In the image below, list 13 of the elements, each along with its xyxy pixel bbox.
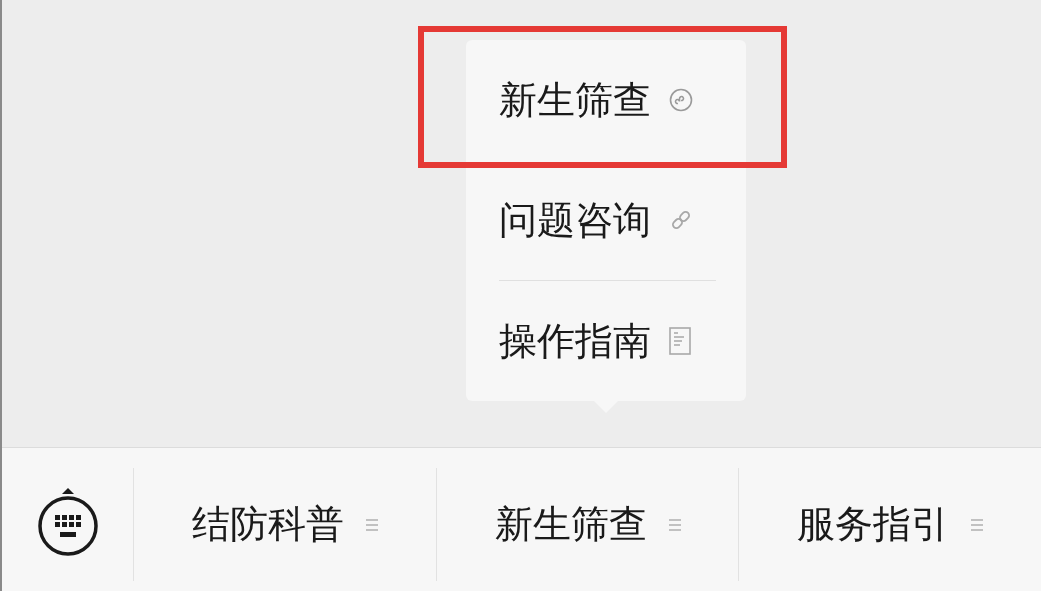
- mini-program-icon: [669, 88, 693, 112]
- menu-bar-item[interactable]: 结防科普: [183, 493, 386, 556]
- menu-icon: [365, 518, 378, 531]
- menu-bar-item[interactable]: 新生筛查: [486, 493, 689, 556]
- submenu-item[interactable]: 问题咨询: [466, 160, 746, 280]
- keyboard-icon[interactable]: [37, 487, 98, 556]
- document-icon: [669, 327, 691, 355]
- menu-bar-item[interactable]: 服务指引: [789, 493, 992, 556]
- menu-icon: [971, 518, 984, 531]
- menu-icon: [668, 518, 681, 531]
- submenu-item[interactable]: 新生筛查: [466, 40, 746, 160]
- link-icon: [669, 208, 693, 232]
- submenu-item[interactable]: 操作指南: [466, 281, 746, 401]
